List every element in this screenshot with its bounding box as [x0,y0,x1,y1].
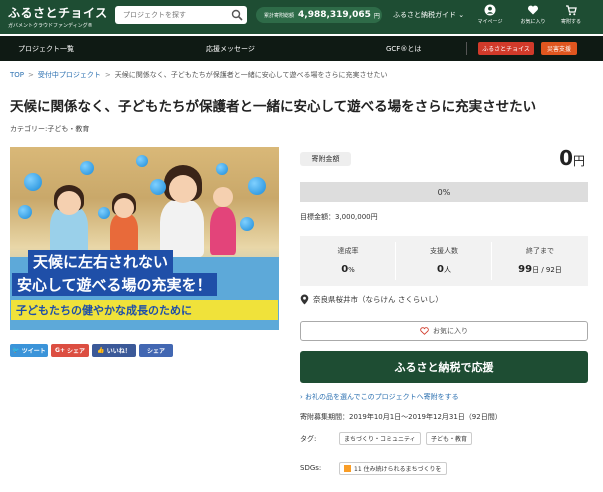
donation-period: 寄附募集期間：2019年10月1日～2019年12月31日（92日間） [300,413,502,421]
mypage-label: マイページ [477,19,503,25]
facebook-like-button[interactable]: 👍 いいね！ [92,344,136,357]
tag-community[interactable]: まちづくり・コミュニティ [339,432,421,445]
total-donation-unit: 円 [373,12,380,20]
tag-children-education[interactable]: 子ども・教育 [426,432,473,445]
stat-days-remaining: 終了まで 99日 / 92日 [518,247,562,275]
breadcrumb-current: 天候に関係なく、子どもたちが保護者と一緒に安心して遊べる場をさらに充実させたい [114,71,388,79]
nav-disaster-support-button[interactable]: 災害支援 [541,42,577,55]
add-favorite-button[interactable]: お気に入り [300,321,588,341]
facebook-share-button[interactable]: シェア [139,344,173,357]
nav-about-gcf[interactable]: GCF®とは [386,44,421,54]
logo-main-text: ふるさとチョイス [8,6,108,20]
total-donation-label: 累計寄附総額 [264,12,295,19]
thumbs-up-icon: 👍 [97,347,105,354]
project-category: カテゴリー:子ども・教育 [10,125,90,133]
search-icon[interactable] [231,9,243,21]
progress-percent-text: 0% [437,187,451,197]
user-icon [484,4,496,16]
child-figure [110,213,138,253]
sdg-11-icon [344,465,351,472]
sdg-11-badge[interactable]: 11 住み続けられるまちづくりを [339,462,447,475]
furusato-guide-menu[interactable]: ふるさと納税ガイド ⌄ [393,10,464,20]
sdgs-label: SDGs: [300,464,322,472]
donate-cart-label: 寄附する [560,19,581,25]
donation-amount: 0円 [559,146,585,170]
donate-with-furusato-tax-button[interactable]: ふるさと納税で応援 [300,351,588,383]
project-location: 奈良県桜井市（ならけん さくらいし） [300,294,443,305]
donation-amount-label: 寄附金額 [300,152,351,166]
breadcrumb: TOP > 受付中プロジェクト > 天候に関係なく、子どもたちが保護者と一緒に安心して遊… [10,71,388,79]
nav-divider [466,42,467,55]
stat-supporters: 支援人数 0人 [396,236,492,286]
hero-banner-line3: 子どもたちの健やかな成長のために [11,300,278,320]
site-logo[interactable]: ふるさとチョイス ガバメントクラウドファンディング® [8,4,108,29]
search-input[interactable] [115,11,225,19]
logo-sub-text: ガバメントクラウドファンディング® [8,23,93,29]
breadcrumb-active-projects[interactable]: 受付中プロジェクト [38,71,101,79]
donation-amount-value: 0 [559,146,573,170]
mypage-button[interactable]: マイページ [475,4,505,25]
search-box [115,6,247,24]
total-donation-value: 4,988,319,065 [298,10,371,20]
google-plus-share-button[interactable]: G+ シェア [51,344,89,357]
twitter-icon: 🐦 [12,347,20,354]
progress-bar: 0% [300,182,588,202]
heart-icon [527,5,539,15]
location-text: 奈良県桜井市（ならけん さくらいし） [313,295,443,304]
child-figure [160,199,204,257]
google-plus-icon: G+ [55,347,65,354]
tags-label: タグ: [300,435,317,443]
main-nav: プロジェクト一覧 応援メッセージ GCF®とは ふるさとチョイス 災害支援 [0,36,603,61]
project-hero-image: 天候に左右されない 安心して遊べる場の充実を！ 子どもたちの健やかな成長のために [10,147,279,330]
favorites-label: お気に入り [520,19,546,25]
stat-achievement-rate: 達成率 0% [300,236,396,286]
nav-furusato-choice-button[interactable]: ふるさとチョイス [478,42,534,55]
total-donation-badge: 累計寄附総額 4,988,319,065 円 [256,7,382,23]
location-pin-icon [300,294,309,305]
donate-cart-button[interactable]: 寄附する [556,4,586,25]
select-gift-link[interactable]: › お礼の品を選んでこのプロジェクトへ寄附をする [300,392,459,402]
child-figure [210,207,236,255]
nav-support-messages[interactable]: 応援メッセージ [206,44,255,54]
site-header: ふるさとチョイス ガバメントクラウドファンディング® 累計寄附総額 4,988,… [0,0,603,34]
favorites-button[interactable]: お気に入り [518,4,548,25]
target-amount: 目標金額：3,000,000円 [300,213,378,221]
heart-outline-icon [420,327,429,335]
add-favorite-label: お気に入り [433,327,468,335]
hero-banner-line1: 天候に左右されない [28,250,174,273]
hero-banner-line2: 安心して遊べる場の充実を！ [12,273,217,296]
donation-amount-unit: 円 [572,154,585,168]
breadcrumb-top[interactable]: TOP [10,71,24,79]
cart-icon [566,5,577,16]
funding-stats: 達成率 0% 支援人数 0人 終了まで 99日 / 92日 [300,236,588,286]
tweet-button[interactable]: 🐦 ツイート [10,344,48,357]
page-title: 天候に関係なく、子どもたちが保護者と一緒に安心して遊べる場をさらに充実させたい [10,99,537,115]
nav-project-list[interactable]: プロジェクト一覧 [18,44,74,54]
